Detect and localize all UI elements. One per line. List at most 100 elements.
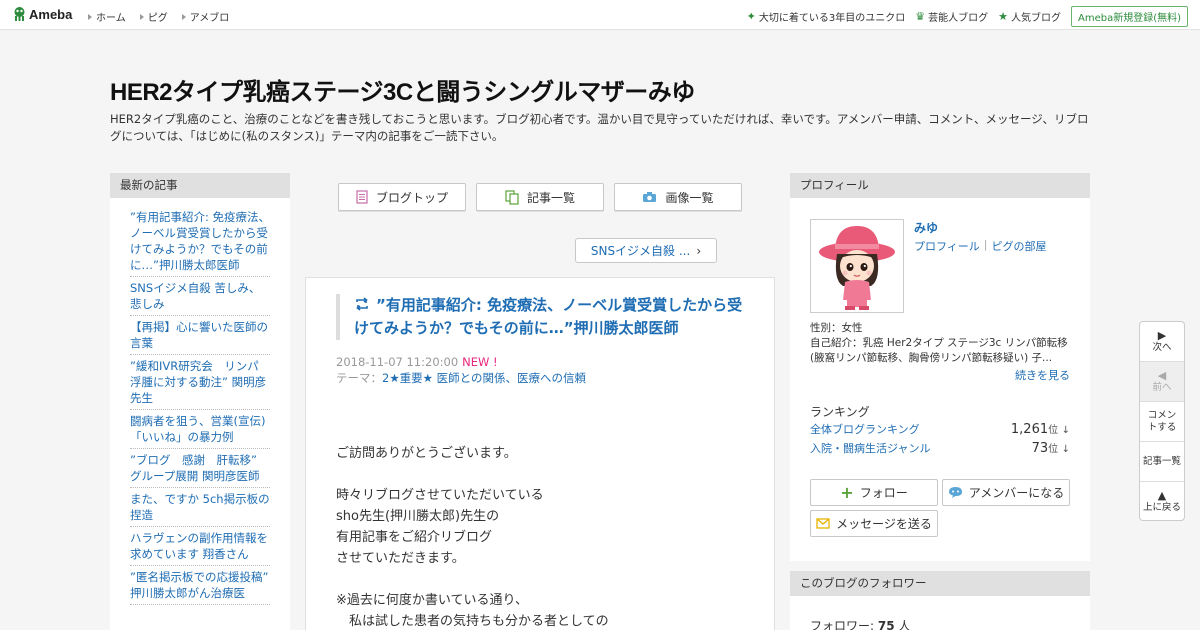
amember-button-label: アメンバーになる [968,486,1065,500]
avatar-illustration [811,220,903,312]
ameba-logo-icon [14,7,25,21]
body-line: 私は試した患者の気持ちも分かる者としての [336,614,609,629]
tab-blog-top[interactable]: ブログトップ [338,183,466,211]
nav-pigg-label: ピグ [147,13,168,24]
recent-article-link[interactable]: ”有用記事紹介: 免疫療法、ノーベル賞受賞したから受けてみようか？でもその前に…… [130,209,270,273]
global-nav: ホーム ピグ アメブロ [88,9,229,24]
list-item: また、ですか 5ch掲示板の捏造 [130,488,270,527]
envelope-icon [816,518,830,529]
recent-article-link[interactable]: 【再掲】心に響いた医師の言葉 [130,319,270,351]
signup-button[interactable]: Ameba新規登録(無料) [1070,6,1188,27]
triangle-up-icon: ▲ [1157,489,1167,502]
camera-icon [643,192,657,202]
recent-articles-list: ”有用記事紹介: 免疫療法、ノーベル賞受賞したから受けてみようか？でもその前に…… [110,198,290,605]
star-icon: ★ [998,10,1008,23]
nav-home[interactable]: ホーム [88,9,126,24]
floating-nav: ▶ 次へ ◀ 前へ コメントする 記事一覧 ▲ 上に戻る [1139,321,1185,521]
article-list-float-button[interactable]: 記事一覧 [1140,442,1184,482]
logo-text: Ameba [29,6,73,22]
ranking-row: 入院・闘病生活ジャンル 73位 ↓ [810,440,1070,456]
recent-article-link[interactable]: ハラヴェンの副作用情報を求めています 翔香さん [130,530,270,562]
recent-article-link[interactable]: ”ブログ 感謝 肝転移” グループ展開 関明彦医師 [130,452,270,484]
recent-article-link[interactable]: 闘病者を狙う、営業(宣伝)「いいね」の暴力例 [130,413,270,445]
reblog-icon [356,297,368,311]
followers-count[interactable]: フォロワー: 75 人 [810,617,910,630]
follow-button[interactable]: + フォロー [810,479,938,506]
body-line: させていただきます。 [336,551,465,566]
ranking-value-wrap: 1,261位 ↓ [1011,421,1070,437]
chevron-right-icon: › [696,243,702,258]
ranking-unit: 位 [1048,425,1059,436]
popular-blog-link[interactable]: ★ 人気ブログ [998,9,1061,24]
nav-pigg[interactable]: ピグ [139,9,168,24]
list-item: ”有用記事紹介: 免疫療法、ノーベル賞受賞したから受けてみようか？でもその前に…… [130,206,270,277]
plus-icon: + [840,482,854,502]
prev-article-float-button[interactable]: ◀ 前へ [1140,362,1184,402]
avatar[interactable] [810,219,904,313]
profile-box: みゆ プロフィール | ピグの部屋 性別：女性 自己紹介：乳癌 Her2タイプ … [798,207,1082,555]
document-icon [356,190,368,204]
nav-ameblo[interactable]: アメブロ [181,9,229,24]
blog-description: HER2タイプ乳癌のこと、治療のことなどを書き残しておこうと思います。ブログ初心… [110,112,1089,143]
caret-right-icon [139,13,144,20]
comment-float-button[interactable]: コメントする [1140,402,1184,442]
celebrity-blog-label: 芸能人ブログ [928,13,989,24]
back-to-top-button[interactable]: ▲ 上に戻る [1140,482,1184,520]
new-badge: NEW ! [462,355,498,369]
recent-article-link[interactable]: ”緩和IVR研究会 リンパ浮腫に対する動注” 関明彦先生 [130,358,270,406]
article-card: ”有用記事紹介: 免疫療法、ノーベル賞受賞したから受けてみようか？でもその前に…… [305,277,775,630]
tab-image-list[interactable]: 画像一覧 [614,183,742,211]
list-item: ハラヴェンの副作用情報を求めています 翔香さん [130,527,270,566]
tab-article-list[interactable]: 記事一覧 [476,183,604,211]
body-line: ご訪問ありがとうございます。 [336,446,517,461]
recent-article-link[interactable]: ”匿名掲示板での応援投稿” 押川勝太郎がん治療医 [130,569,270,601]
genre-ranking-link[interactable]: 入院・闘病生活ジャンル [810,440,930,456]
article-date: 2018-11-07 11:20:00 [336,355,459,369]
profile-detail: 性別：女性 自己紹介：乳癌 Her2タイプ ステージ3c リンパ節転移 (腋窩リ… [810,321,1074,366]
next-article-label: SNSイジメ自殺 ... [590,244,691,258]
ameba-logo[interactable]: Ameba [13,6,72,22]
next-article-float-button[interactable]: ▶ 次へ [1140,322,1184,362]
celebrity-blog-link[interactable]: ♛ 芸能人ブログ [915,9,988,24]
play-right-icon: ▶ [1157,328,1167,342]
ranking-row: 全体ブログランキング 1,261位 ↓ [810,421,1070,437]
article-body: ご訪問ありがとうございます。 時々リブログさせていただいている sho先生(押川… [336,443,756,630]
ranking-unit: 位 [1048,444,1059,455]
theme-label: テーマ： [336,371,382,385]
list-item: SNSイジメ自殺 苦しみ、悲しみ [130,277,270,316]
tab-image-list-label: 画像一覧 [665,190,714,205]
trend-down-icon: ↓ [1061,444,1070,455]
profile-link[interactable]: プロフィール [914,238,980,254]
body-line: ※過去に何度か書いている通り、 [336,593,528,608]
amember-button[interactable]: アメンバーになる [942,479,1070,506]
recent-article-link[interactable]: また、ですか 5ch掲示板の捏造 [130,491,270,523]
followers-unit: 人 [898,619,911,630]
recent-article-link[interactable]: SNSイジメ自殺 苦しみ、悲しみ [130,280,270,312]
follow-button-label: フォロー [859,486,908,500]
article-theme-link[interactable]: 2★重要★ 医師との関係、医療への信頼 [382,371,586,385]
trend-down-icon: ↓ [1061,425,1070,436]
read-more-link[interactable]: 続きを見る [1015,367,1070,383]
blog-title[interactable]: HER2タイプ乳癌ステージ3Cと闘うシングルマザーみゆ [110,72,695,107]
article-title[interactable]: ”有用記事紹介: 免疫療法、ノーベル賞受賞したから受けてみようか？でもその前に…… [354,296,742,337]
next-article-button[interactable]: SNSイジメ自殺 ... › [575,238,717,263]
article-meta: 2018-11-07 11:20:00 NEW ! テーマ：2★重要★ 医師との関… [336,354,586,386]
list-item: ”ブログ 感謝 肝転移” グループ展開 関明彦医師 [130,449,270,488]
featured-link[interactable]: ✦ 大切に着ている3年目のユニクロ [747,9,906,24]
list-item: 闘病者を狙う、営業(宣伝)「いいね」の暴力例 [130,410,270,449]
next-label: 次へ [1152,341,1172,353]
header-right-links: ✦ 大切に着ている3年目のユニクロ ♛ 芸能人ブログ ★ 人気ブログ Ameba新規登… [747,6,1188,27]
caret-right-icon [181,13,186,20]
caret-right-icon [88,13,92,20]
global-header: Ameba ホーム ピグ アメブロ ✦ 大切に着ている3年目のユニクロ ♛ 芸能人ブ… [0,0,1200,30]
tab-article-list-label: 記事一覧 [526,190,575,205]
send-message-button[interactable]: メッセージを送る [810,510,938,537]
recent-articles-panel: 最新の記事 ”有用記事紹介: 免疫療法、ノーベル賞受賞したから受けてみようか？で… [110,173,290,630]
pigg-room-link[interactable]: ピグの部屋 [992,238,1047,254]
comment-label: コメントする [1147,409,1177,433]
overall-ranking-link[interactable]: 全体ブログランキング [810,421,920,437]
profile-name[interactable]: みゆ [914,219,938,236]
copy-icon [505,189,519,205]
profile-intro: 自己紹介：乳癌 Her2タイプ ステージ3c リンパ節転移 (腋窩リンパ節転移、… [810,337,1068,364]
article-list-label: 記事一覧 [1142,455,1181,467]
